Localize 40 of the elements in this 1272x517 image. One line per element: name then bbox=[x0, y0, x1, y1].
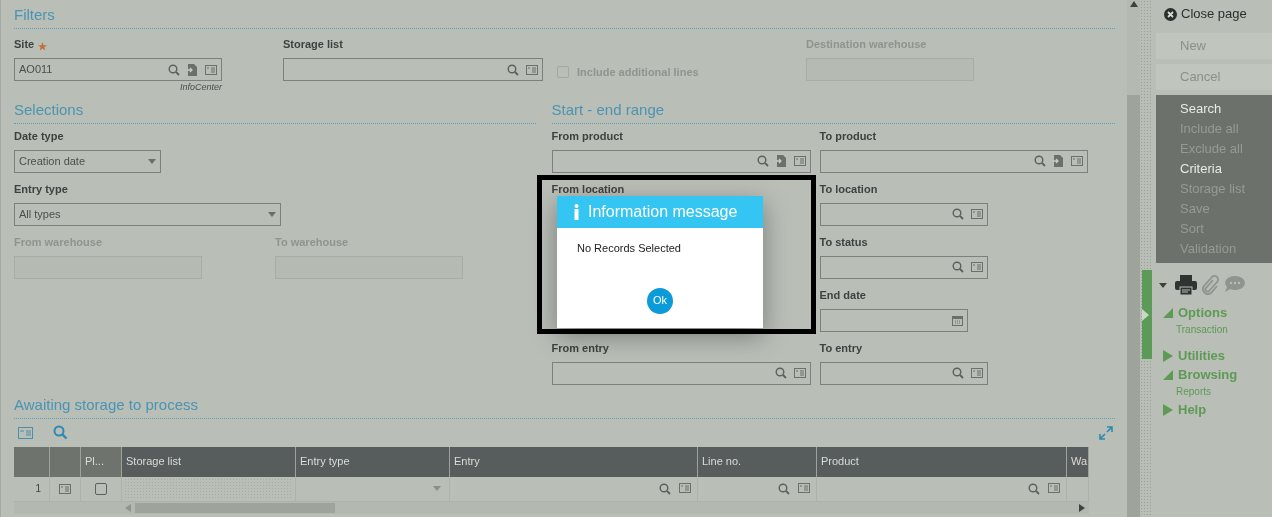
close-page-link[interactable]: Close page bbox=[1181, 4, 1247, 24]
column-header[interactable]: Storage list bbox=[122, 446, 296, 477]
field-label: Date type bbox=[14, 129, 64, 143]
input-field[interactable]: AO011 bbox=[14, 58, 222, 81]
section-item-link[interactable]: Reports bbox=[1156, 384, 1272, 400]
section-title: Start - end range bbox=[551, 100, 665, 118]
field-label: Storage list bbox=[283, 38, 343, 51]
field-label: To product bbox=[819, 129, 877, 143]
section-link[interactable]: Help bbox=[1178, 399, 1207, 420]
row-number: 1 bbox=[35, 482, 41, 496]
dropdown-field[interactable]: All types bbox=[14, 202, 281, 226]
menu-item[interactable]: Search bbox=[1156, 99, 1272, 119]
column-header[interactable]: Product bbox=[817, 446, 1067, 477]
section-link[interactable]: Utilities bbox=[1178, 345, 1225, 366]
menu-item[interactable]: Criteria bbox=[1156, 159, 1272, 179]
dialog-title: Information message bbox=[588, 202, 738, 222]
section-link[interactable]: Browsing bbox=[1178, 364, 1238, 385]
section-title: Filters bbox=[14, 6, 55, 23]
column-header[interactable]: Entry bbox=[450, 446, 698, 477]
dialog-message: No Records Selected bbox=[577, 241, 682, 256]
field-label: From location bbox=[551, 182, 625, 196]
field-label: To location bbox=[819, 182, 878, 196]
field-label: From entry bbox=[551, 341, 609, 355]
ok-button[interactable]: Ok bbox=[647, 287, 673, 314]
column-header[interactable]: Pl... bbox=[81, 446, 122, 477]
column-header[interactable]: Entry type bbox=[296, 446, 450, 477]
field-label: To status bbox=[819, 235, 868, 249]
field-label: To entry bbox=[819, 341, 863, 355]
dropdown-field[interactable]: Creation date bbox=[14, 149, 161, 173]
field-label: Site bbox=[14, 38, 35, 51]
section-title: Awaiting storage to process bbox=[14, 395, 198, 413]
section-link[interactable]: Options bbox=[1178, 302, 1228, 323]
section-title: Selections bbox=[14, 100, 84, 118]
section-item-link[interactable]: Transaction bbox=[1156, 322, 1272, 338]
infocenter-link[interactable]: InfoCenter bbox=[179, 81, 222, 95]
field-label: End date bbox=[819, 288, 866, 302]
column-header[interactable]: Wa bbox=[1067, 446, 1089, 477]
column-header[interactable]: Line no. bbox=[698, 446, 817, 477]
field-label: Entry type bbox=[14, 182, 68, 196]
field-label: From product bbox=[551, 129, 623, 143]
